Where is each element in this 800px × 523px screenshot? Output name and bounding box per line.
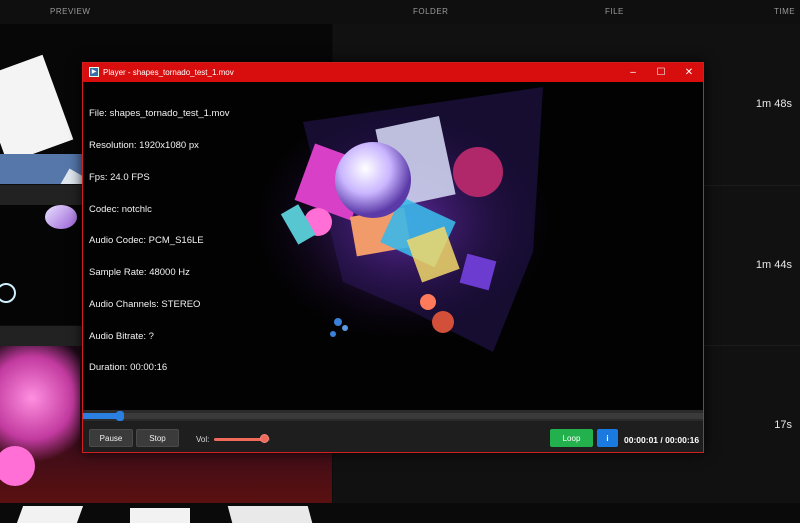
title-bar[interactable]: ▶ Player - shapes_tornado_test_1.mov – ☐…: [83, 63, 703, 82]
list-header: PREVIEW FOLDER FILE TIME: [0, 0, 800, 24]
column-header-preview[interactable]: PREVIEW: [50, 7, 90, 16]
close-button[interactable]: ✕: [675, 63, 703, 82]
column-header-folder[interactable]: FOLDER: [413, 7, 448, 16]
close-icon: ✕: [684, 67, 694, 78]
loop-button[interactable]: Loop: [550, 429, 593, 447]
seek-handle[interactable]: [116, 411, 124, 421]
seek-bar[interactable]: [83, 410, 703, 421]
stop-button[interactable]: Stop: [136, 429, 179, 447]
pause-button[interactable]: Pause: [89, 429, 133, 447]
info-audio-codec: Audio Codec: PCM_S16LE: [89, 235, 204, 247]
info-codec: Codec: notchlc: [89, 203, 152, 215]
info-duration: Duration: 00:00:16: [89, 362, 168, 374]
maximize-icon: ☐: [656, 67, 666, 78]
row-time: 17s: [774, 419, 792, 431]
video-canvas[interactable]: File: shapes_tornado_test_1.mov Resoluti…: [83, 82, 703, 410]
info-button[interactable]: i: [597, 429, 618, 447]
row-time: 1m 48s: [755, 98, 792, 110]
info-fps: Fps: 24.0 FPS: [89, 171, 150, 183]
player-window: ▶ Player - shapes_tornado_test_1.mov – ☐…: [82, 62, 704, 453]
info-audio-bitrate: Audio Bitrate: ?: [89, 330, 154, 342]
minimize-button[interactable]: –: [619, 63, 647, 82]
control-bar: Pause Stop Vol: Loop i 00:00:01 / 00:00:…: [83, 421, 703, 452]
row-time: 1m 44s: [755, 259, 792, 271]
volume-label: Vol:: [196, 435, 210, 444]
info-file: File: shapes_tornado_test_1.mov: [89, 108, 230, 120]
column-header-time[interactable]: TIME: [774, 7, 795, 16]
volume-level: [214, 438, 264, 441]
media-info-overlay: File: shapes_tornado_test_1.mov Resoluti…: [89, 88, 229, 395]
info-sample-rate: Sample Rate: 48000 Hz: [89, 267, 190, 279]
app-icon: ▶: [89, 67, 99, 77]
minimize-icon: –: [630, 67, 636, 78]
preview-thumbnail[interactable]: [0, 503, 800, 523]
info-audio-channels: Audio Channels: STEREO: [89, 298, 201, 310]
window-title: Player - shapes_tornado_test_1.mov: [103, 68, 234, 77]
maximize-button[interactable]: ☐: [647, 63, 675, 82]
timecode: 00:00:01 / 00:00:16: [624, 435, 700, 445]
column-header-file[interactable]: FILE: [605, 7, 624, 16]
volume-handle[interactable]: [260, 434, 269, 443]
info-resolution: Resolution: 1920x1080 px: [89, 139, 199, 151]
